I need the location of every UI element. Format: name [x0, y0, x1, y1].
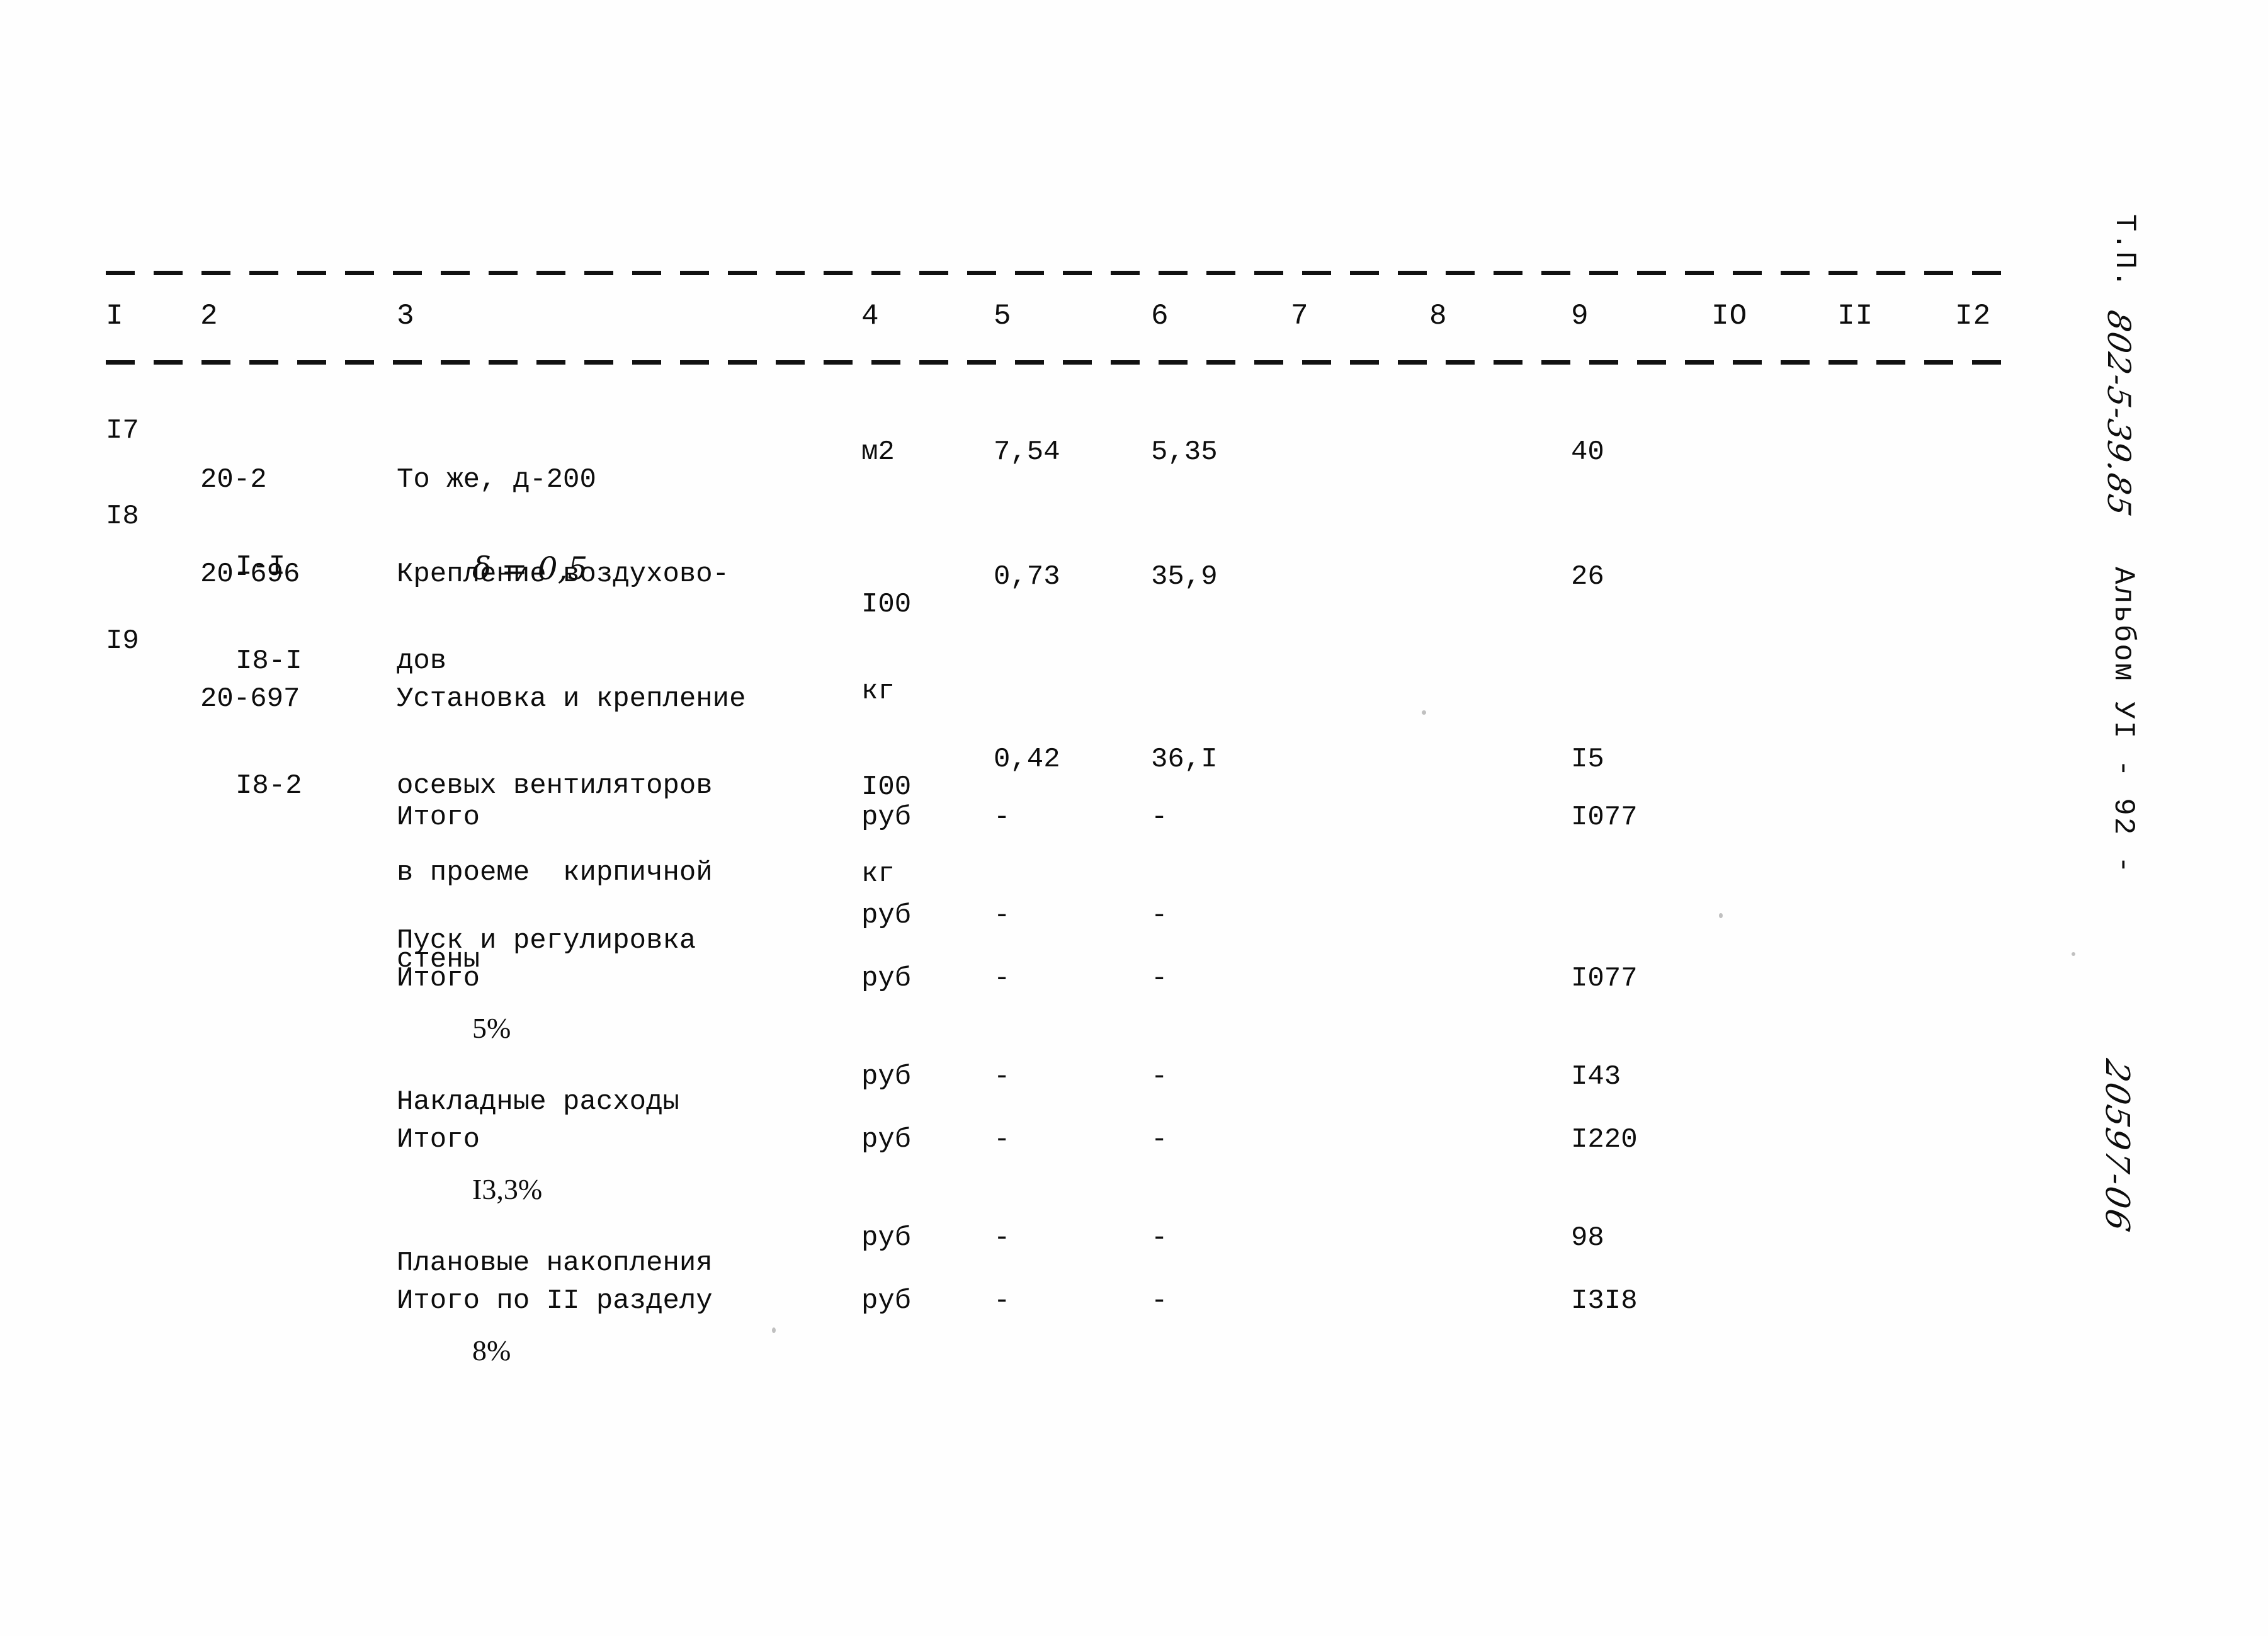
column-number-7: 7 — [1291, 300, 1309, 332]
column-number-1: I — [106, 300, 124, 332]
margin-album-label: Альбом УI - 92 - — [2107, 567, 2140, 875]
row-unit-line1: I00 — [861, 771, 912, 803]
summary-row: Накладные расходы I3,3% руб - - I43 — [0, 1030, 2268, 1205]
summary-unit: руб — [861, 900, 912, 931]
summary-row: Пуск и регулировка 5% руб - - — [0, 869, 2268, 1044]
row-description-line1: Установка и крепление — [397, 683, 746, 715]
column-number-10: IO — [1711, 300, 1748, 332]
summary-col9: I077 — [1571, 802, 1638, 833]
column-number-2: 2 — [200, 300, 218, 332]
column-number-11: II — [1837, 300, 1874, 332]
summary-col9: 98 — [1571, 1222, 1604, 1254]
summary-col5: - — [994, 802, 1011, 833]
summary-col6: - — [1151, 900, 1168, 931]
row-number: I8 — [106, 501, 139, 532]
column-number-6: 6 — [1151, 300, 1169, 332]
estimate-table-body: I7 20-2 I-I То же, д-200 δ = 0,5 м2 7,54… — [0, 397, 2268, 1366]
summary-row: Итого руб - - I077 — [0, 804, 2268, 869]
row-col5: 0,42 — [994, 744, 1060, 775]
table-row: I8 20-696 I8-I Крепление воздухово- дов … — [0, 491, 2268, 707]
summary-label: Итого — [397, 1124, 480, 1156]
summary-col5: - — [994, 1222, 1011, 1254]
summary-col6: - — [1151, 963, 1168, 994]
row-col6: 35,9 — [1151, 561, 1218, 593]
summary-col6: - — [1151, 1061, 1168, 1093]
row-col9: 26 — [1571, 561, 1604, 593]
row-number: I7 — [106, 415, 139, 446]
summary-col6: - — [1151, 1285, 1168, 1317]
summary-unit: руб — [861, 1124, 912, 1156]
summary-unit: руб — [861, 1222, 912, 1254]
scan-speck — [1719, 913, 1723, 918]
row-col9: I5 — [1571, 744, 1604, 775]
row-code-line1: 20-2 — [200, 463, 267, 496]
column-number-5: 5 — [994, 300, 1012, 332]
summary-label: Итого — [397, 802, 480, 833]
summary-col5: - — [994, 1061, 1011, 1093]
scanned-page: I 2 3 4 5 6 7 8 9 IO II I2 I7 20-2 I-I Т… — [0, 0, 2268, 1636]
summary-col9: I077 — [1571, 963, 1638, 994]
summary-col9: I3I8 — [1571, 1285, 1638, 1317]
table-row: I9 20-697 I8-2 Установка и крепление осе… — [0, 622, 2268, 975]
column-number-8: 8 — [1429, 300, 1448, 332]
column-number-9: 9 — [1571, 300, 1589, 332]
column-number-row: I 2 3 4 5 6 7 8 9 IO II I2 — [0, 300, 2268, 344]
row-col9: 40 — [1571, 436, 1604, 468]
summary-row: Итого руб - - I220 — [0, 1126, 2268, 1191]
table-row: I7 20-2 I-I То же, д-200 δ = 0,5 м2 7,54… — [0, 397, 2268, 586]
summary-label: Итого — [397, 963, 480, 994]
summary-col6: - — [1151, 1222, 1168, 1254]
summary-row: Итого руб - - I077 — [0, 965, 2268, 1030]
summary-col5: - — [994, 900, 1011, 931]
row-unit-line1: I00 — [861, 588, 912, 620]
summary-row: Плановые накопления 8% руб - - 98 — [0, 1191, 2268, 1366]
summary-label-text: Пуск и регулировка — [397, 924, 696, 957]
margin-project-label: Т.П. — [2108, 214, 2141, 289]
summary-label-text: Плановые накопления — [397, 1247, 713, 1279]
summary-col6: - — [1151, 802, 1168, 833]
row-col5: 0,73 — [994, 561, 1060, 593]
summary-col5: - — [994, 1124, 1011, 1156]
row-description-line2: осевых вентиляторов — [397, 770, 713, 802]
column-number-4: 4 — [861, 300, 880, 332]
summary-col9: I220 — [1571, 1124, 1638, 1156]
row-col6: 36,I — [1151, 744, 1218, 775]
summary-label-text: Накладные расходы — [397, 1086, 679, 1118]
row-code-line1: 20-696 — [200, 558, 300, 590]
scan-speck — [772, 1327, 776, 1333]
summary-col9: I43 — [1571, 1061, 1621, 1093]
row-code-line2: I8-2 — [235, 770, 302, 802]
summary-unit: руб — [861, 963, 912, 994]
row-number: I9 — [106, 625, 139, 657]
row-description-line1: Крепление воздухово- — [397, 558, 730, 590]
header-rule-bottom — [106, 360, 2018, 365]
summary-label: Итого по II разделу — [397, 1285, 713, 1317]
summary-row: Итого по II разделу руб - - I3I8 — [0, 1287, 2268, 1353]
column-number-3: 3 — [397, 300, 415, 332]
column-number-12: I2 — [1955, 300, 1992, 332]
summary-col5: - — [994, 1285, 1011, 1317]
header-rule-top — [106, 271, 2018, 275]
summary-unit: руб — [861, 1285, 912, 1317]
margin-archive-code: 20597-06 — [2098, 1056, 2136, 1237]
row-col6: 5,35 — [1151, 436, 1218, 468]
row-code-line1: 20-697 — [200, 683, 300, 715]
row-unit: м2 — [861, 436, 895, 468]
summary-col5: - — [994, 963, 1011, 994]
row-description-line1: То же, д-200 — [397, 463, 596, 496]
margin-project-code: 802-5-39.85 — [2101, 307, 2137, 521]
summary-unit: руб — [861, 802, 912, 833]
scan-speck — [1422, 710, 1426, 715]
summary-col6: - — [1151, 1124, 1168, 1156]
row-col5: 7,54 — [994, 436, 1060, 468]
scan-speck — [2072, 952, 2075, 956]
summary-unit: руб — [861, 1061, 912, 1093]
